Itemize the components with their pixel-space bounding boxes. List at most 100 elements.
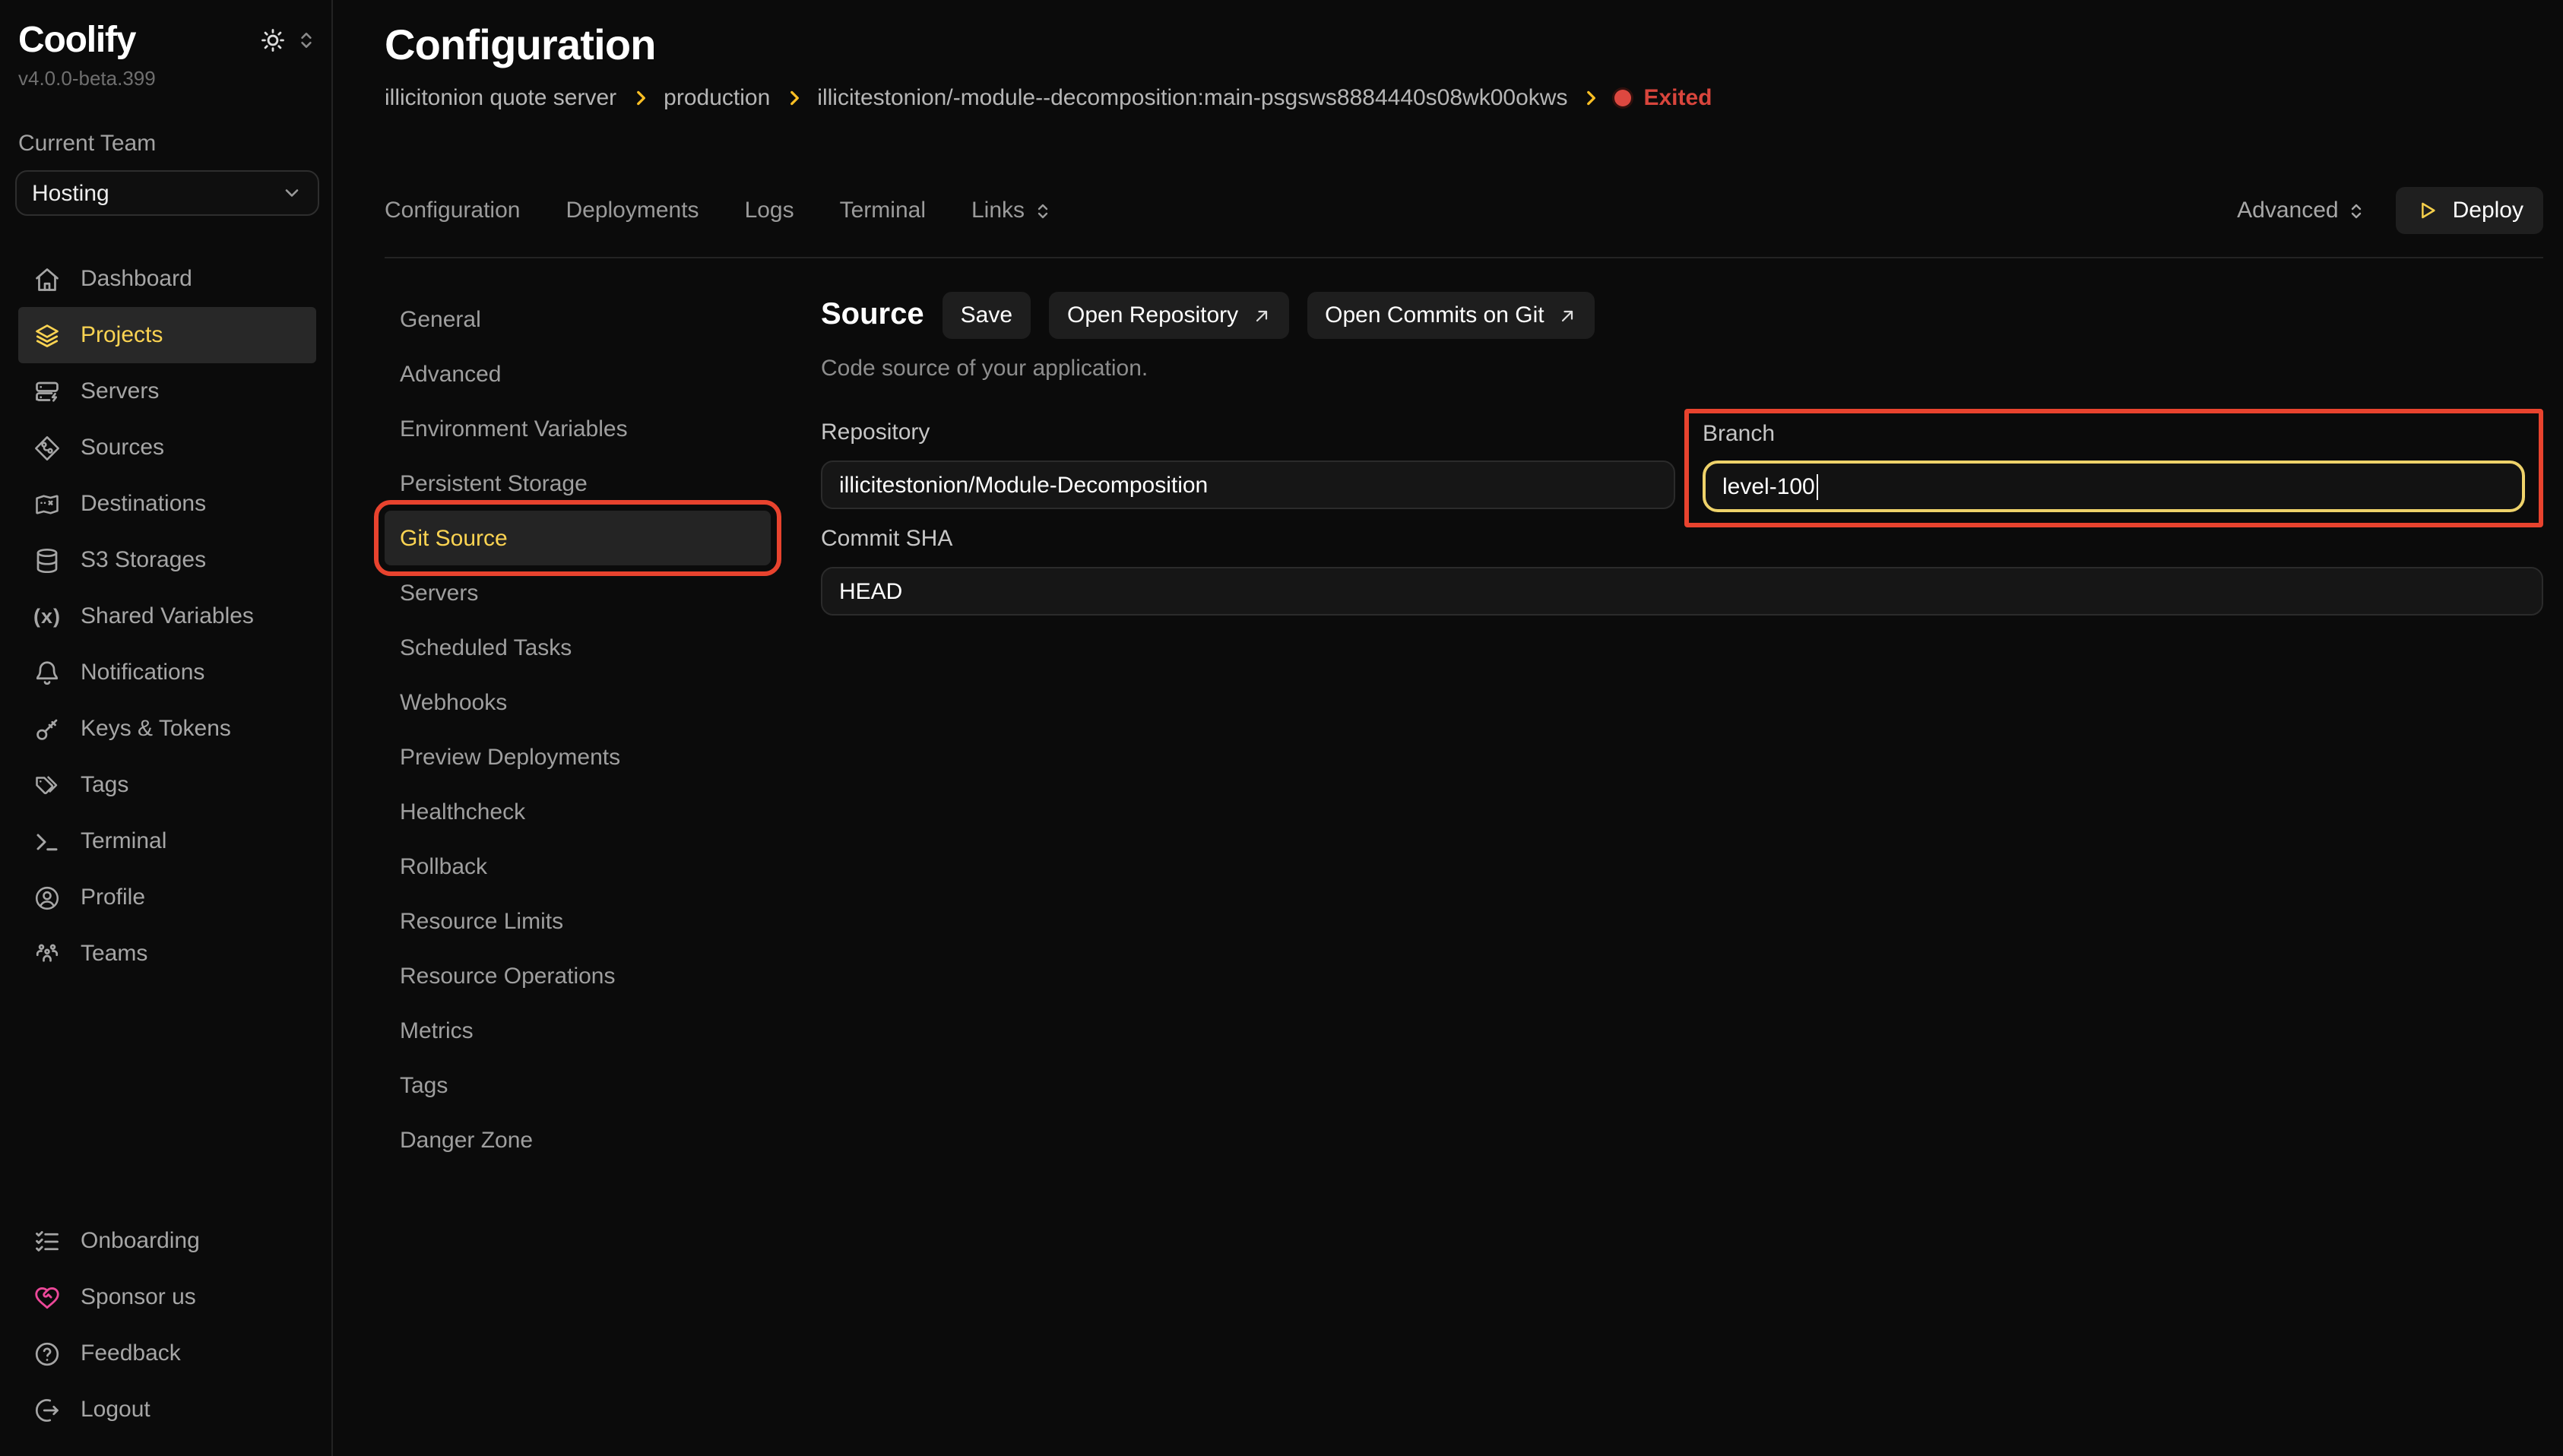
subnav-item-danger-zone[interactable]: Danger Zone	[385, 1113, 771, 1167]
repository-field: Repository	[821, 418, 1675, 509]
coolify-app: Coolify v4.0.0-beta.399 Current Team Hos…	[0, 0, 2563, 1456]
open-repository-button[interactable]: Open Repository	[1049, 292, 1288, 339]
status-dot-icon	[1614, 90, 1631, 106]
subnav-item-environment-variables[interactable]: Environment Variables	[385, 401, 771, 456]
subnav-item-persistent-storage[interactable]: Persistent Storage	[385, 456, 771, 511]
sidebar-item-keys-tokens[interactable]: Keys & Tokens	[18, 701, 316, 757]
sidebar-item-feedback[interactable]: Feedback	[18, 1325, 316, 1382]
app-version: v4.0.0-beta.399	[15, 67, 319, 90]
sidebar: Coolify v4.0.0-beta.399 Current Team Hos…	[0, 0, 333, 1456]
sidebar-item-notifications[interactable]: Notifications	[18, 644, 316, 701]
tab-configuration[interactable]: Configuration	[385, 198, 520, 223]
open-commits-button[interactable]: Open Commits on Git	[1307, 292, 1594, 339]
app-logo: Coolify	[18, 20, 135, 62]
source-title: Source	[821, 298, 924, 333]
breadcrumb-environment[interactable]: production	[664, 85, 770, 111]
subnav-item-rollback[interactable]: Rollback	[385, 839, 771, 894]
brand-row: Coolify	[15, 20, 319, 62]
sun-icon[interactable]	[260, 27, 286, 53]
key-icon	[33, 715, 61, 742]
users-icon	[33, 940, 61, 967]
team-select[interactable]: Hosting	[15, 170, 319, 216]
deploy-button[interactable]: Deploy	[2397, 187, 2543, 234]
branch-input[interactable]: level-100	[1703, 461, 2525, 512]
sidebar-item-dashboard[interactable]: Dashboard	[18, 251, 316, 307]
chevron-right-icon	[784, 88, 803, 108]
status-label: Exited	[1643, 85, 1712, 111]
unfold-vertical-icon	[2348, 200, 2366, 221]
sidebar-nav: Dashboard Projects Servers Sources	[15, 251, 319, 982]
subnav-item-git-source[interactable]: Git Source	[385, 511, 771, 565]
git-source-icon	[33, 434, 61, 461]
save-button[interactable]: Save	[943, 292, 1031, 339]
sidebar-item-sponsor[interactable]: Sponsor us	[18, 1269, 316, 1325]
logout-icon	[33, 1396, 61, 1423]
tab-terminal[interactable]: Terminal	[840, 198, 926, 223]
user-circle-icon	[33, 884, 61, 911]
commit-sha-label: Commit SHA	[821, 524, 2543, 555]
subnav-item-healthcheck[interactable]: Healthcheck	[385, 784, 771, 839]
subnav-item-preview-deployments[interactable]: Preview Deployments	[385, 730, 771, 784]
subnav-item-tags[interactable]: Tags	[385, 1058, 771, 1113]
sidebar-item-profile[interactable]: Profile	[18, 869, 316, 926]
tab-deployments[interactable]: Deployments	[566, 198, 699, 223]
subnav-item-scheduled-tasks[interactable]: Scheduled Tasks	[385, 620, 771, 675]
map-icon	[33, 490, 61, 518]
subnav-item-servers[interactable]: Servers	[385, 565, 771, 620]
git-source-section: Source Save Open Repository Open Commits…	[821, 258, 2543, 1167]
unfold-vertical-icon	[1034, 200, 1052, 221]
configuration-subnav: General Advanced Environment Variables P…	[385, 258, 771, 1167]
breadcrumb-resource[interactable]: illicitestonion/-module--decomposition:m…	[817, 85, 1567, 111]
chevron-right-icon	[1581, 88, 1601, 108]
sidebar-item-projects[interactable]: Projects	[18, 307, 316, 363]
breadcrumb-project[interactable]: illicitonion quote server	[385, 85, 616, 111]
main-area: Configuration illicitonion quote server …	[334, 0, 2563, 1456]
database-icon	[33, 546, 61, 574]
chevron-down-icon	[281, 182, 303, 204]
tab-logs[interactable]: Logs	[745, 198, 794, 223]
sidebar-item-servers[interactable]: Servers	[18, 363, 316, 419]
commit-sha-field: Commit SHA	[821, 524, 2543, 616]
subnav-item-webhooks[interactable]: Webhooks	[385, 675, 771, 730]
sidebar-item-tags[interactable]: Tags	[18, 757, 316, 813]
subnav-item-advanced[interactable]: Advanced	[385, 347, 771, 401]
subnav-item-general[interactable]: General	[385, 292, 771, 347]
home-icon	[33, 265, 61, 293]
tab-links[interactable]: Links	[971, 198, 1052, 223]
subnav-item-resource-operations[interactable]: Resource Operations	[385, 948, 771, 1003]
tags-icon	[33, 771, 61, 799]
play-icon	[2416, 199, 2439, 222]
branch-label: Branch	[1703, 419, 2525, 450]
advanced-menu[interactable]: Advanced	[2237, 198, 2365, 223]
sidebar-item-s3-storages[interactable]: S3 Storages	[18, 532, 316, 588]
repository-branch-row: Repository Branch level-100	[821, 418, 2543, 527]
tabbar: Configuration Deployments Logs Terminal …	[385, 187, 2543, 258]
terminal-icon	[33, 828, 61, 855]
text-cursor	[1817, 473, 1819, 499]
heart-icon	[33, 1283, 61, 1311]
bell-icon	[33, 659, 61, 686]
sidebar-item-logout[interactable]: Logout	[18, 1382, 316, 1438]
sidebar-spacer	[15, 982, 319, 1178]
breadcrumb: illicitonion quote server production ill…	[385, 85, 2543, 111]
branch-annotation-box: Branch level-100	[1684, 409, 2543, 527]
unfold-vertical-icon[interactable]	[296, 29, 316, 52]
subnav-item-metrics[interactable]: Metrics	[385, 1003, 771, 1058]
sidebar-item-sources[interactable]: Sources	[18, 419, 316, 476]
sidebar-footer-nav: Onboarding Sponsor us Feedback Logout	[15, 1213, 319, 1438]
repository-input[interactable]	[821, 461, 1675, 509]
commit-sha-input[interactable]	[821, 567, 2543, 616]
sidebar-item-destinations[interactable]: Destinations	[18, 476, 316, 532]
sidebar-item-shared-variables[interactable]: (x) Shared Variables	[18, 588, 316, 644]
checklist-icon	[33, 1227, 61, 1255]
current-team-label: Current Team	[15, 131, 319, 157]
sidebar-item-teams[interactable]: Teams	[18, 926, 316, 982]
source-header-row: Source Save Open Repository Open Commits…	[821, 292, 2543, 339]
subnav-item-resource-limits[interactable]: Resource Limits	[385, 894, 771, 948]
tabbar-actions: Advanced Deploy	[2237, 187, 2543, 234]
help-circle-icon	[33, 1340, 61, 1367]
status-badge: Exited	[1614, 85, 1712, 111]
sidebar-item-terminal[interactable]: Terminal	[18, 813, 316, 869]
theme-switcher[interactable]	[260, 27, 316, 53]
sidebar-item-onboarding[interactable]: Onboarding	[18, 1213, 316, 1269]
